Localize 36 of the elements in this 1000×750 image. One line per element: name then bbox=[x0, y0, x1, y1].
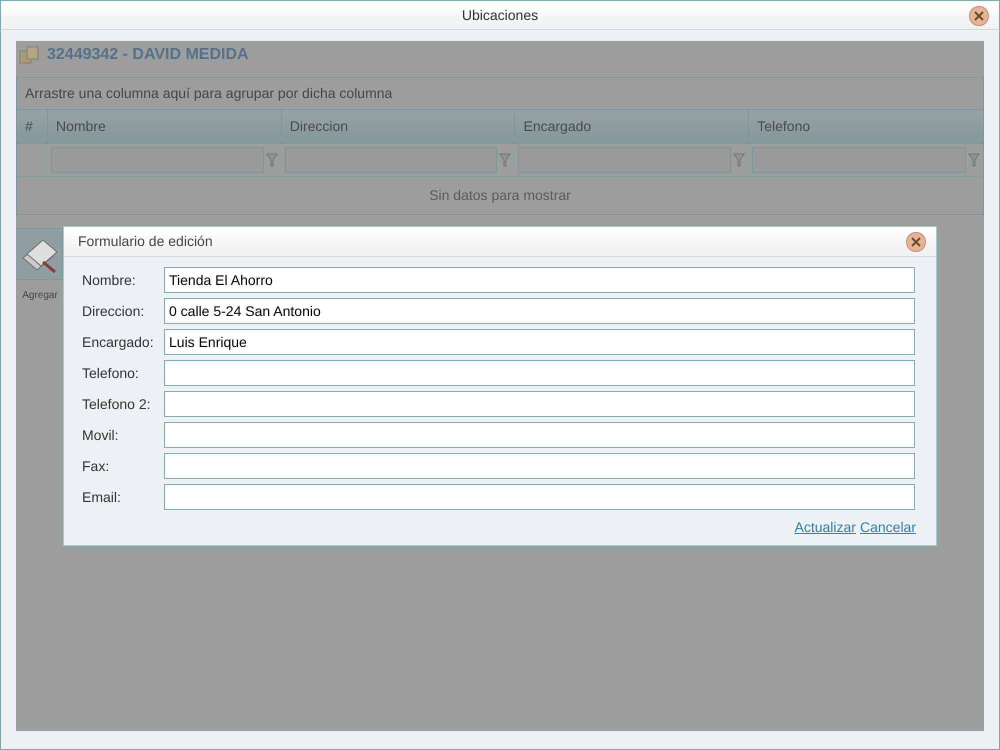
field-label: Nombre: bbox=[82, 270, 137, 290]
field-label: Email: bbox=[82, 488, 122, 506]
window-title: Ubicaciones bbox=[462, 6, 538, 24]
dialog-title: Formulario de edición bbox=[78, 232, 213, 251]
add-button[interactable]: Agregar bbox=[16, 228, 64, 303]
column-header[interactable]: Telefono bbox=[757, 116, 810, 137]
field-label: Movil: bbox=[82, 426, 120, 444]
input-field[interactable] bbox=[164, 360, 915, 386]
filter-field[interactable] bbox=[50, 147, 264, 173]
close-icon[interactable] bbox=[906, 232, 926, 252]
filter-field[interactable] bbox=[284, 147, 498, 173]
field-label: Encargado: bbox=[82, 332, 155, 352]
input-field[interactable] bbox=[164, 391, 915, 417]
column-header[interactable]: # bbox=[25, 116, 33, 137]
input-field[interactable]: 0 calle 5-24 San Antonio bbox=[164, 298, 915, 324]
column-header[interactable]: Nombre bbox=[56, 116, 106, 137]
input-field[interactable]: Luis Enrique bbox=[164, 329, 915, 355]
link[interactable]: Actualizar bbox=[794, 517, 856, 538]
field-label: Direccion: bbox=[82, 302, 146, 320]
column-header[interactable]: Direccion bbox=[290, 116, 348, 137]
input-field[interactable] bbox=[164, 453, 915, 479]
filter-field[interactable] bbox=[518, 147, 732, 173]
filter-field[interactable] bbox=[752, 147, 966, 173]
input-field[interactable] bbox=[164, 484, 915, 510]
input-field[interactable] bbox=[164, 422, 915, 448]
record-title: 32449342 - DAVID MEDIDA bbox=[47, 44, 249, 64]
field-label: Telefono: bbox=[82, 364, 140, 382]
close-icon[interactable] bbox=[969, 6, 989, 26]
input-field[interactable]: Tienda El Ahorro bbox=[164, 267, 915, 293]
field-label: Telefono 2: bbox=[82, 394, 152, 414]
empty-message: Sin datos para mostrar bbox=[429, 186, 571, 205]
boxes-icon bbox=[19, 46, 39, 64]
link[interactable]: Cancelar bbox=[860, 517, 916, 538]
group-panel-hint: Arrastre una columna aquí para agrupar por dicha columna bbox=[25, 84, 392, 103]
field-label: Fax: bbox=[82, 456, 110, 476]
column-header[interactable]: Encargado bbox=[523, 116, 592, 137]
